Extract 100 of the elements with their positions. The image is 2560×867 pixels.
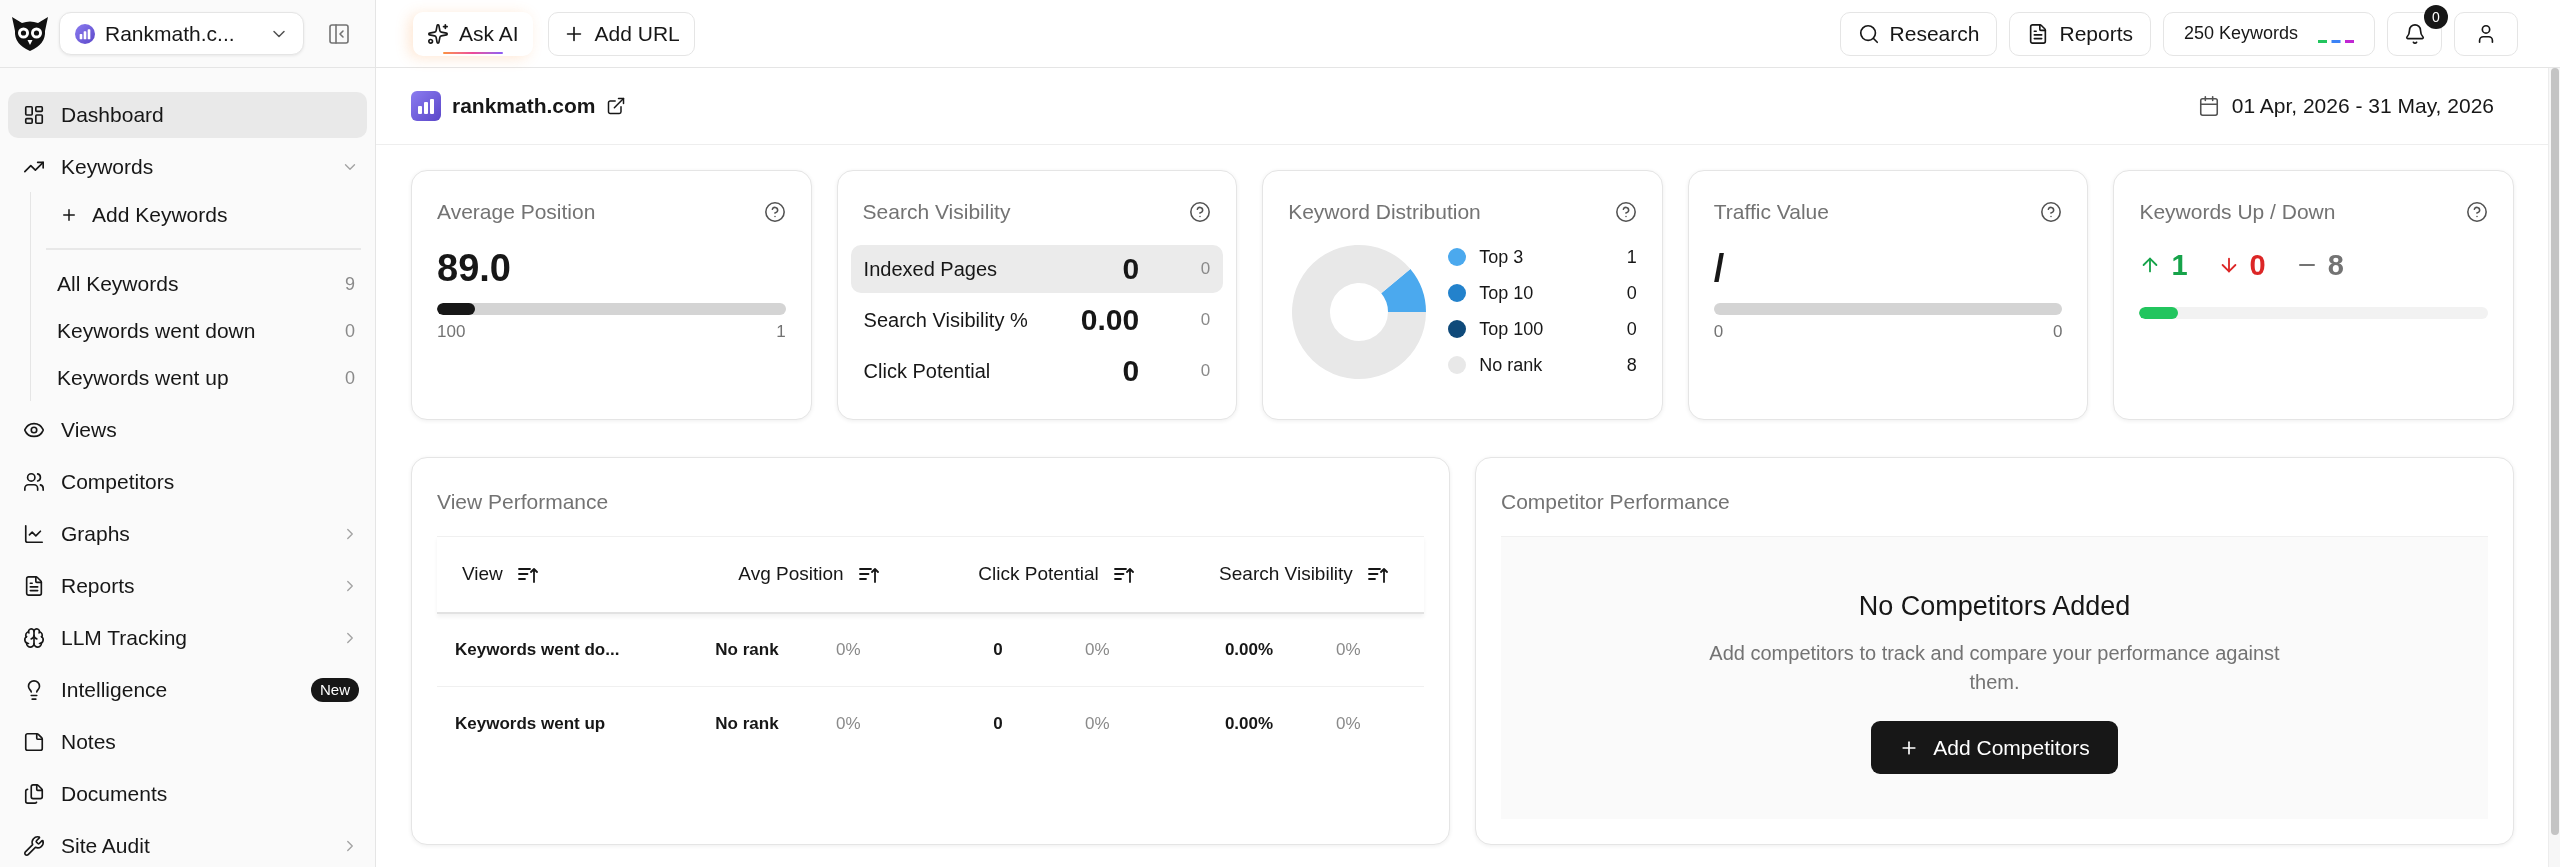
- sidebar-item[interactable]: Intelligence New: [8, 667, 367, 713]
- scale-max-label: 1: [776, 321, 786, 343]
- note-icon: [23, 731, 45, 753]
- view-name-cell[interactable]: Keywords went do...: [437, 637, 685, 663]
- card-title: Keyword Distribution: [1288, 199, 1481, 225]
- change-cell-text: 0%: [1336, 712, 1361, 735]
- metric-row[interactable]: Click Potential 0 0: [850, 347, 1224, 395]
- change-cell-text: 0%: [836, 639, 861, 662]
- keyword-quota-button[interactable]: 250 Keywords: [2163, 11, 2375, 56]
- line-chart-icon: [23, 523, 45, 545]
- sidebar-item[interactable]: Notes: [8, 719, 367, 765]
- sort-icon[interactable]: [517, 566, 538, 583]
- sidebar-item[interactable]: Documents: [8, 771, 367, 817]
- sidebar-item[interactable]: Keywords: [8, 144, 367, 190]
- plus-icon: [60, 206, 78, 224]
- sidebar-subitem[interactable]: All Keywords 9: [31, 260, 361, 307]
- ask-ai-button[interactable]: Ask AI: [413, 11, 533, 56]
- change-cell-text: 0%: [836, 712, 861, 735]
- help-icon[interactable]: [1614, 201, 1637, 223]
- change-cell-text: 0%: [1085, 712, 1110, 735]
- column-header[interactable]: View: [462, 560, 538, 589]
- sidebar-item[interactable]: Reports: [8, 563, 367, 609]
- change-value: 0: [1199, 360, 1211, 383]
- column-header[interactable]: Click Potential: [978, 560, 1134, 589]
- change-cell-text: 0%: [1085, 639, 1110, 662]
- legend-count: 1: [1626, 245, 1637, 269]
- card-title: Search Visibility: [862, 199, 1011, 225]
- legend-count: 0: [1626, 317, 1637, 341]
- legend-label: No rank: [1479, 353, 1543, 377]
- item-count: 0: [345, 319, 355, 343]
- metric-value: 0.00: [1080, 302, 1140, 338]
- sidebar-item[interactable]: LLM Tracking: [8, 615, 367, 661]
- change-count: 8: [2327, 248, 2344, 283]
- site-logo-icon: [411, 91, 441, 121]
- table-cell-text: 0: [992, 639, 1004, 662]
- sidebar-subitem[interactable]: Keywords went down 0: [31, 307, 361, 354]
- workspace-select[interactable]: Rankmath.c...: [59, 12, 304, 55]
- sort-icon[interactable]: [1367, 566, 1388, 583]
- workspace-logo-icon: [75, 23, 95, 44]
- table-cell-text: No rank: [714, 639, 780, 662]
- new-badge: New: [311, 678, 359, 702]
- metric-row[interactable]: Search Visibility % 0.00 0: [850, 296, 1224, 344]
- add-url-button[interactable]: Add URL: [547, 11, 695, 56]
- sidebar-item[interactable]: Dashboard: [8, 92, 367, 138]
- dashboard-grid-icon: [23, 104, 45, 126]
- scale-max-label: 0: [2052, 321, 2063, 343]
- column-header[interactable]: Search Visibility: [1219, 560, 1388, 589]
- empty-state-title: No Competitors Added: [1858, 590, 2131, 623]
- legend-label: Top 100: [1479, 317, 1544, 341]
- metric-row[interactable]: Indexed Pages 0 0: [850, 245, 1224, 293]
- add-competitors-button[interactable]: Add Competitors: [1871, 721, 2118, 774]
- help-icon[interactable]: [2466, 201, 2488, 223]
- card-title: Traffic Value: [1713, 199, 1829, 225]
- help-icon[interactable]: [2040, 201, 2063, 223]
- card-title: View Performance: [437, 489, 609, 515]
- sparkles-icon: [427, 22, 449, 45]
- add-link[interactable]: Add Keywords: [31, 192, 361, 238]
- card-title: Keywords Up / Down: [2139, 199, 2336, 225]
- notifications-button[interactable]: [2387, 11, 2442, 56]
- table-cell-text: No rank: [714, 712, 780, 735]
- change-value: 0: [1199, 258, 1211, 281]
- files-icon: [23, 783, 45, 805]
- bell-icon: [2403, 22, 2426, 45]
- sidebar-item[interactable]: Views: [8, 407, 367, 453]
- account-button[interactable]: [2454, 11, 2518, 56]
- legend-count: 0: [1626, 281, 1637, 305]
- change-count: 0: [2249, 248, 2266, 283]
- help-icon[interactable]: [763, 201, 786, 223]
- view-name-cell[interactable]: Keywords went up: [437, 710, 685, 737]
- metric-value: /: [1713, 246, 1725, 290]
- external-link-icon[interactable]: [605, 96, 626, 116]
- owl-logo-icon[interactable]: [12, 16, 48, 51]
- table-cell-text: 0.00%: [1223, 712, 1275, 735]
- sidebar-item[interactable]: Graphs: [8, 511, 367, 557]
- scale-min-label: 100: [437, 321, 466, 343]
- sidebar-subitem[interactable]: Keywords went up 0: [31, 354, 361, 401]
- collapse-sidebar-icon[interactable]: [327, 21, 351, 46]
- brain-icon: [23, 627, 45, 649]
- users-icon: [23, 471, 45, 493]
- legend-label: Top 10: [1479, 281, 1534, 305]
- sort-icon[interactable]: [1113, 566, 1134, 583]
- card-title: Competitor Performance: [1501, 489, 1730, 515]
- table-cell-text: 0.00%: [1223, 639, 1275, 662]
- metric-value: 0: [1122, 251, 1140, 287]
- scale-min-label: 0: [1713, 321, 1724, 343]
- metric-value: 0: [1122, 353, 1140, 389]
- colored-dashes-icon: [2318, 39, 2354, 43]
- reports-button[interactable]: Reports: [2009, 11, 2151, 56]
- column-header[interactable]: Avg Position: [738, 560, 879, 589]
- change-value: 0: [1199, 309, 1211, 332]
- research-button[interactable]: Research: [1839, 11, 1998, 56]
- help-icon[interactable]: [1189, 201, 1212, 223]
- date-range-button[interactable]: 01 Apr, 2026 - 31 May, 2026: [2197, 90, 2494, 122]
- table-cell-text: 0: [992, 712, 1004, 735]
- sidebar-item[interactable]: Site Audit: [8, 823, 367, 867]
- empty-state-description: Add competitors to track and compare your performance against them.: [1708, 641, 2281, 695]
- scrollbar-thumb[interactable]: [2550, 68, 2559, 836]
- sort-icon[interactable]: [858, 566, 879, 583]
- notification-badge: 0: [2424, 4, 2448, 29]
- sidebar-item[interactable]: Competitors: [8, 459, 367, 505]
